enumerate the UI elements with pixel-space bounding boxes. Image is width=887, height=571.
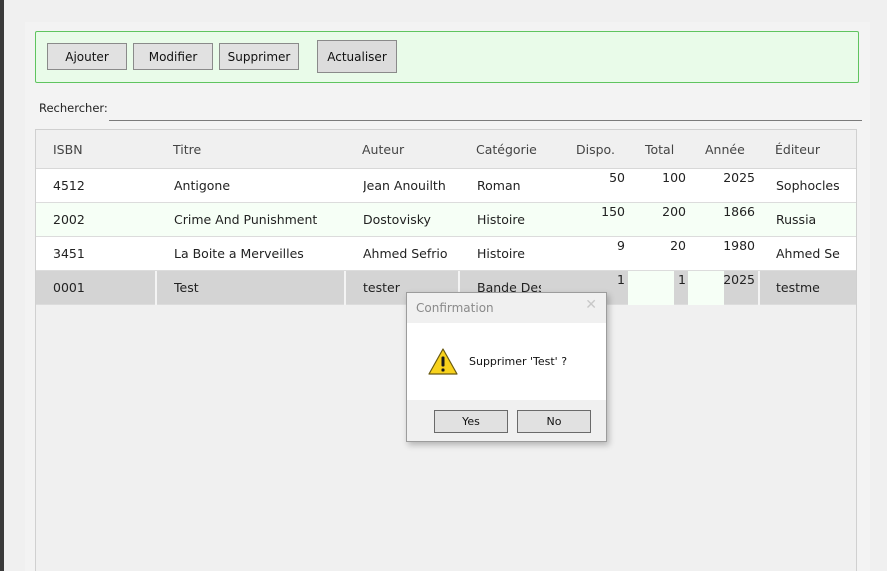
column-header-publisher[interactable]: Éditeur	[775, 142, 820, 157]
dialog-body: Supprimer 'Test' ?	[407, 323, 606, 400]
search-input[interactable]	[109, 96, 862, 121]
cell-total: 200	[662, 206, 686, 219]
cell-publisher: Ahmed Sefi	[776, 246, 840, 261]
cell-total: 1	[678, 274, 686, 287]
refresh-button[interactable]: Actualiser	[317, 40, 397, 73]
table-row[interactable]: 3451 La Boite a Merveilles Ahmed Sefrio …	[36, 237, 856, 271]
cell-total: 100	[662, 172, 686, 185]
column-header-title[interactable]: Titre	[173, 142, 201, 157]
cell-available: 9	[617, 240, 625, 253]
warning-icon	[427, 347, 459, 377]
dialog-message: Supprimer 'Test' ?	[469, 355, 568, 368]
column-header-available[interactable]: Dispo.	[576, 142, 615, 157]
cell-year: 2025	[723, 172, 755, 185]
cell-publisher: Russia	[776, 212, 817, 227]
cell-author: Ahmed Sefrio	[363, 246, 448, 261]
column-header-author[interactable]: Auteur	[362, 142, 404, 157]
cell-category: Histoire	[477, 212, 525, 227]
table-row[interactable]: 2002 Crime And Punishment Dostovisky His…	[36, 203, 856, 237]
cell-author: Dostovisky	[363, 212, 431, 227]
cell-isbn: 2002	[53, 212, 85, 227]
cell-title: Antigone	[174, 178, 231, 193]
cell-title: Test	[174, 280, 199, 295]
cell-isbn: 4512	[53, 178, 85, 193]
cell-title: La Boite a Merveilles	[174, 246, 304, 261]
cell-isbn: 0001	[53, 280, 85, 295]
table-header: ISBN Titre Auteur Catégorie Dispo. Total…	[36, 130, 856, 169]
cell-year: 1980	[723, 240, 755, 253]
cell-available: 150	[601, 206, 625, 219]
cell-category: Histoire	[477, 246, 525, 261]
cell-isbn: 3451	[53, 246, 85, 261]
column-header-total[interactable]: Total	[645, 142, 674, 157]
edit-button[interactable]: Modifier	[133, 43, 213, 70]
cell-publisher: Sophocles	[776, 178, 840, 193]
cell-year: 1866	[723, 206, 755, 219]
cell-year: 2025	[723, 274, 755, 287]
cell-author: Jean Anouilth	[363, 178, 446, 193]
search-label: Rechercher:	[39, 101, 108, 115]
column-header-year[interactable]: Année	[705, 142, 745, 157]
column-header-isbn[interactable]: ISBN	[53, 142, 83, 157]
column-header-category[interactable]: Catégorie	[476, 142, 537, 157]
cell-category: Roman	[477, 178, 521, 193]
cell-title: Crime And Punishment	[174, 212, 318, 227]
add-button[interactable]: Ajouter	[47, 43, 127, 70]
cell-separator	[344, 271, 346, 305]
cell-publisher: testme	[776, 280, 820, 295]
cell-separator	[155, 271, 157, 305]
confirmation-dialog: Confirmation ✕ Supprimer 'Test' ? Yes No	[406, 292, 607, 442]
table-row[interactable]: 4512 Antigone Jean Anouilth Roman 50 100…	[36, 169, 856, 203]
no-button[interactable]: No	[517, 410, 591, 433]
cell-available: 50	[609, 172, 625, 185]
yes-button[interactable]: Yes	[434, 410, 508, 433]
delete-button[interactable]: Supprimer	[219, 43, 299, 70]
dialog-title: Confirmation	[416, 301, 494, 315]
cell-separator	[758, 271, 760, 305]
cell-total: 20	[670, 240, 686, 253]
close-icon[interactable]: ✕	[585, 297, 597, 313]
